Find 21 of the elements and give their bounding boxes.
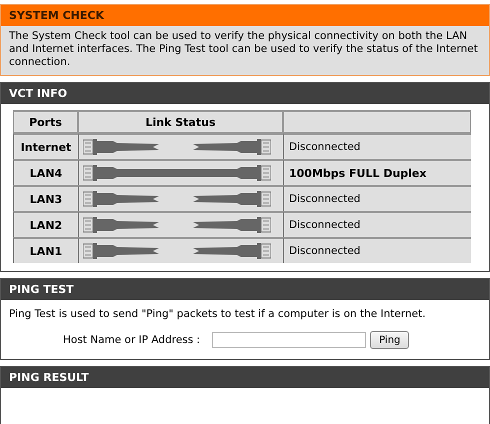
port-cell: LAN4 (13, 159, 78, 185)
port-cell: LAN1 (13, 237, 78, 263)
section-title: PING RESULT (1, 367, 489, 388)
status-cell: Disconnected (283, 237, 471, 263)
section-title: PING TEST (1, 279, 489, 300)
port-cell: LAN3 (13, 185, 78, 211)
section-title: SYSTEM CHECK (1, 5, 489, 26)
status-cell: Disconnected (283, 211, 471, 237)
description-text: The System Check tool can be used to verify the physical connectivity on both the LAN and Internet interfaces. The Ping Test tool can be used to verify the status of the Internet connection. (8, 29, 479, 70)
column-header: Link Status (78, 110, 283, 133)
port-cell: LAN2 (13, 211, 78, 237)
status-cell: Disconnected (283, 185, 471, 211)
section-title: VCT INFO (1, 83, 489, 104)
ping-button[interactable]: Ping (370, 331, 410, 349)
column-header: Ports (13, 110, 78, 133)
description-text: Ping Test is used to send "Ping" packets to test if a computer is on the Internet. (8, 307, 427, 322)
status-cell: 100Mbps FULL Duplex (283, 159, 471, 185)
field-label: Host Name or IP Address : (63, 334, 200, 346)
port-cell: Internet (13, 133, 78, 159)
status-cell: Disconnected (283, 133, 471, 159)
host-input-field[interactable] (212, 332, 366, 348)
